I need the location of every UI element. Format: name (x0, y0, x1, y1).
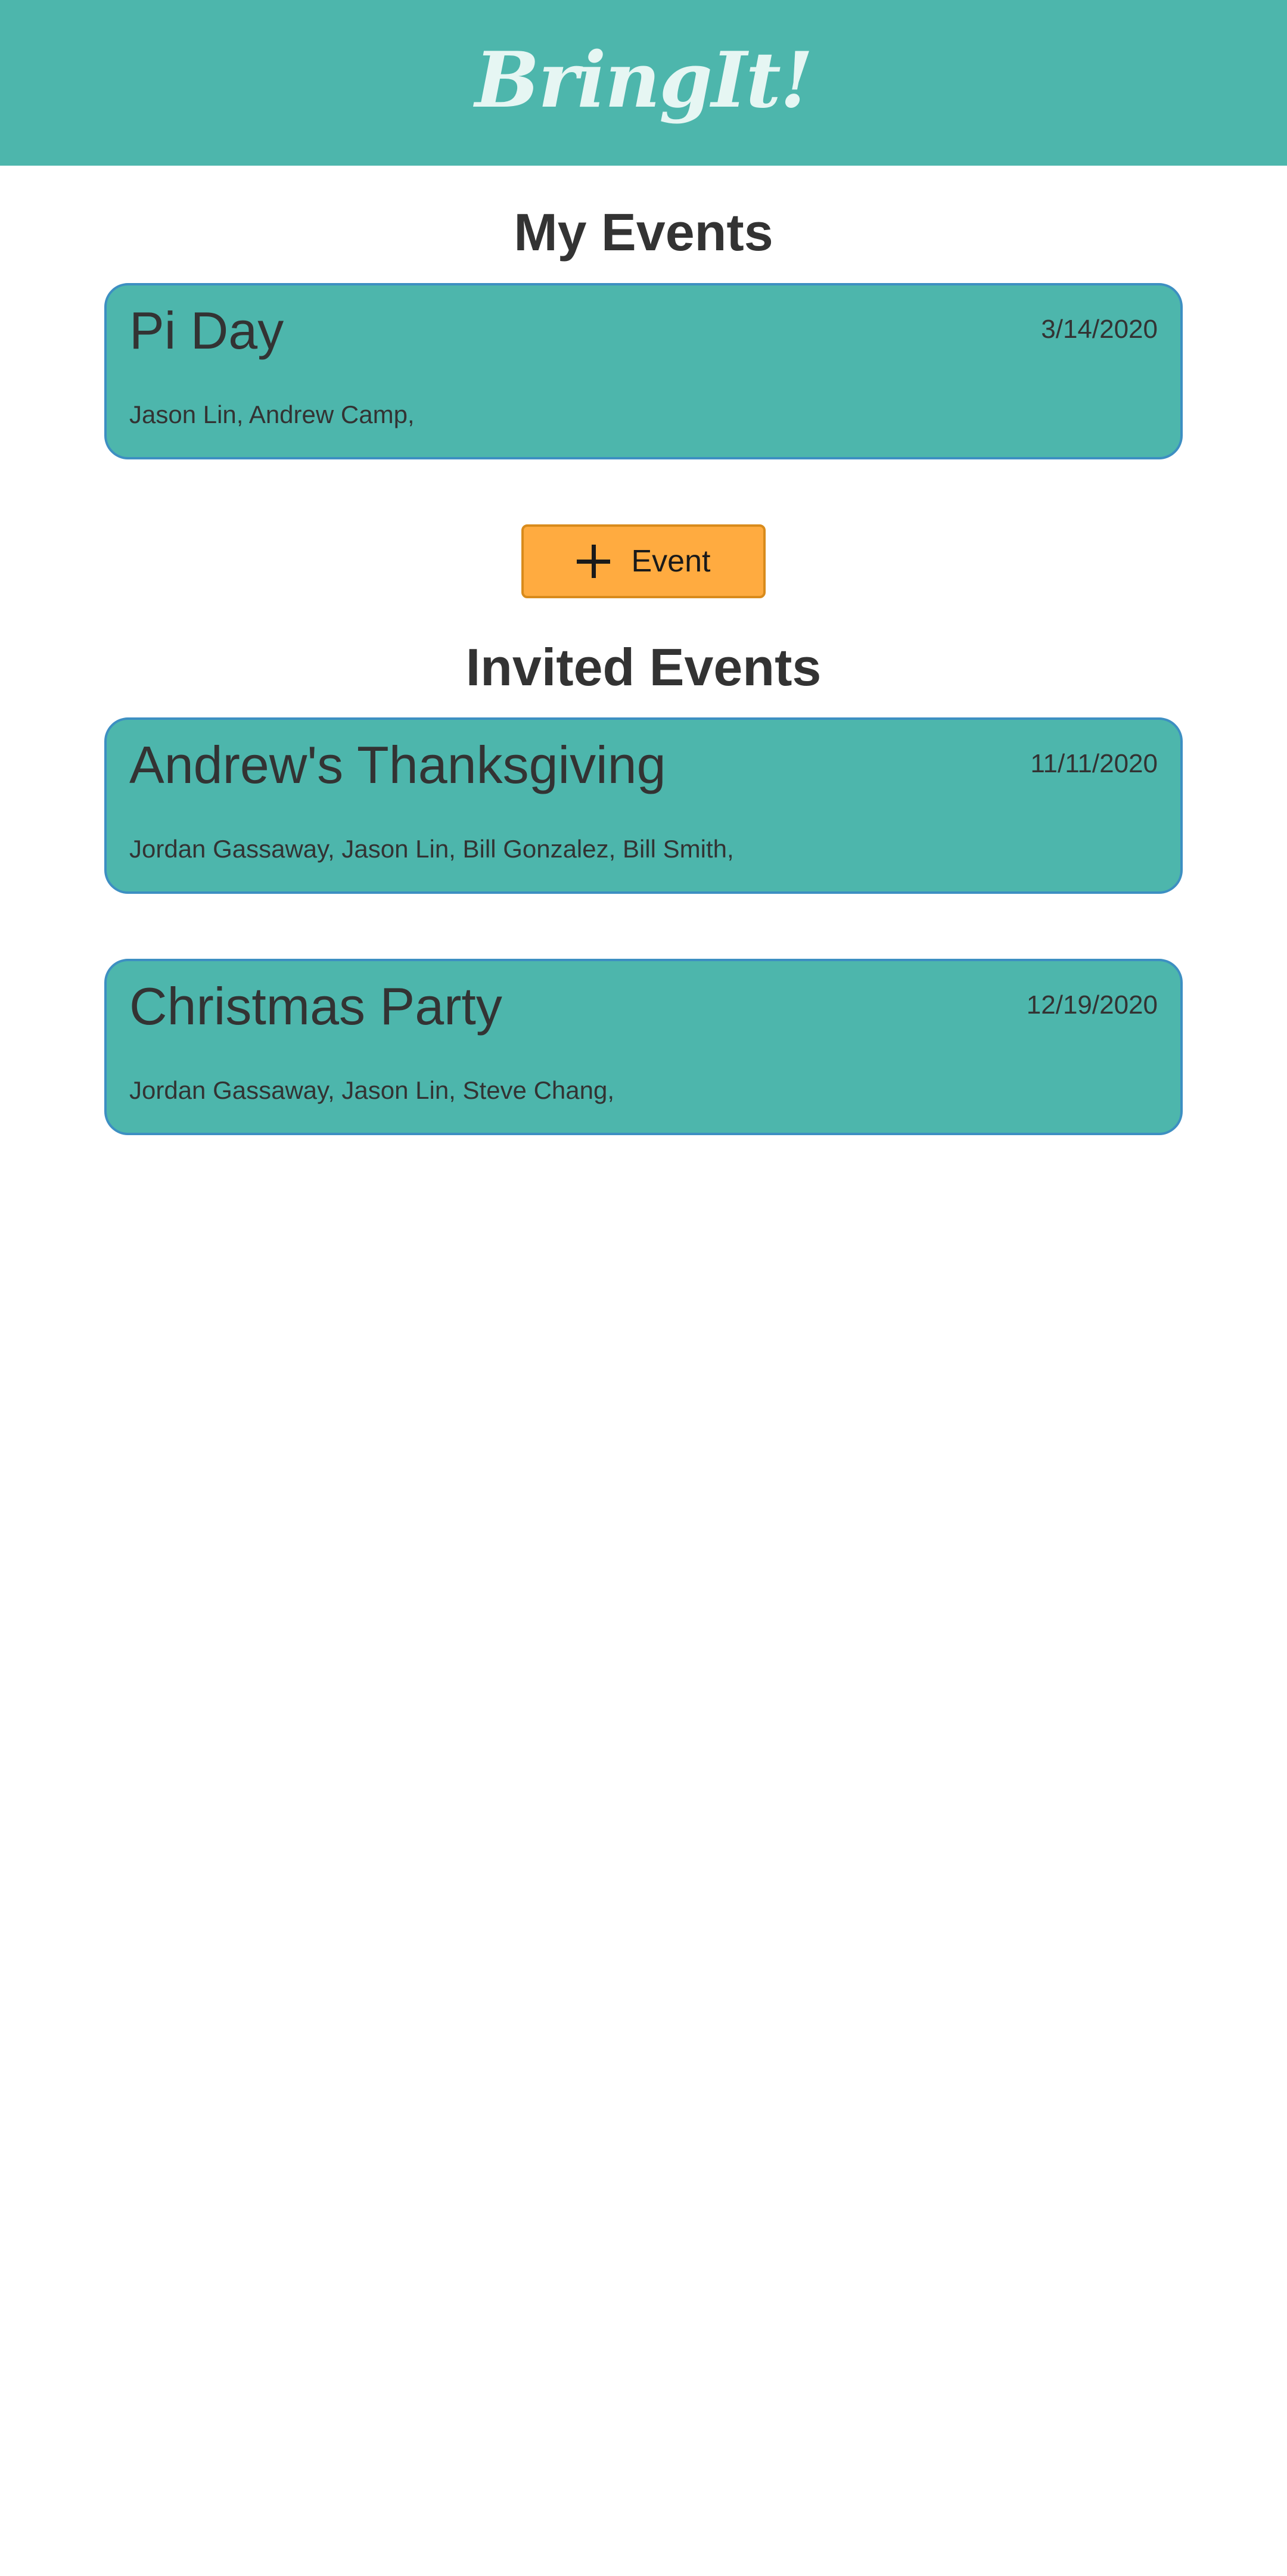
event-name: Pi Day (129, 301, 284, 360)
event-card-andrews-thanksgiving[interactable]: Andrew's Thanksgiving 11/11/2020 Jordan … (104, 717, 1183, 894)
invited-events-title: Invited Events (465, 638, 822, 697)
event-name: Andrew's Thanksgiving (129, 735, 666, 794)
event-name: Christmas Party (129, 977, 502, 1036)
app-header: BringIt! (0, 0, 1287, 166)
app-logo[interactable]: BringIt! (475, 36, 813, 125)
event-guests: Jordan Gassaway, Jason Lin, Bill Gonzale… (129, 835, 734, 863)
event-date: 3/14/2020 (1041, 315, 1158, 344)
event-date: 11/11/2020 (1030, 749, 1158, 778)
add-event-label: Event (631, 544, 711, 579)
my-events-title: My Events (514, 203, 773, 262)
event-card-pi-day[interactable]: Pi Day 3/14/2020 Jason Lin, Andrew Camp, (104, 283, 1183, 459)
add-event-button[interactable]: Event (521, 524, 766, 598)
event-date: 12/19/2020 (1026, 990, 1158, 1020)
plus-icon (576, 545, 610, 578)
event-guests: Jordan Gassaway, Jason Lin, Steve Chang, (129, 1076, 615, 1104)
event-guests: Jason Lin, Andrew Camp, (129, 400, 415, 428)
event-card-christmas-party[interactable]: Christmas Party 12/19/2020 Jordan Gassaw… (104, 959, 1183, 1135)
